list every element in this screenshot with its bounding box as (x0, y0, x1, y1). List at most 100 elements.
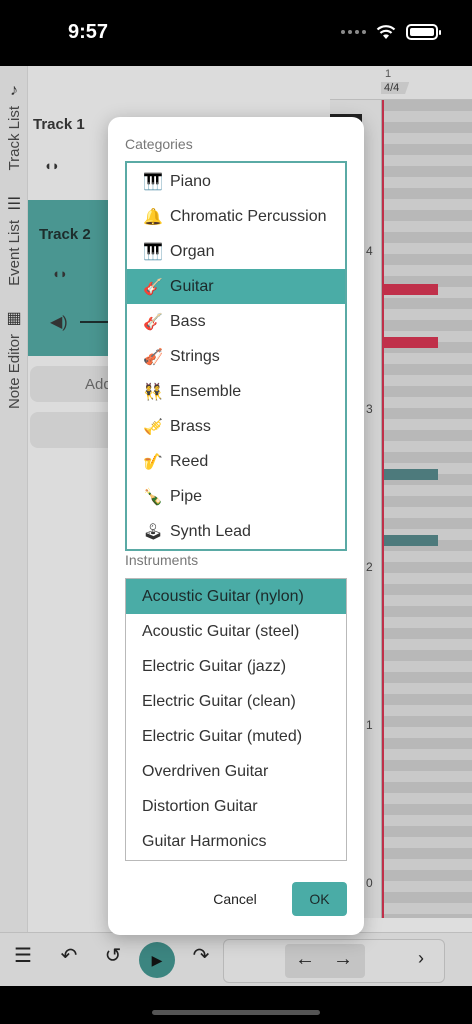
arrow-right-icon[interactable]: → (333, 948, 353, 971)
instrument-item[interactable]: Electric Guitar (jazz) (126, 649, 346, 684)
octave-label: 1 (366, 718, 373, 732)
instrument-label: Electric Guitar (clean) (142, 692, 296, 710)
instrument-item[interactable]: Guitar Harmonics (126, 824, 346, 859)
undo-icon[interactable]: ↶ (54, 943, 84, 968)
category-item-bass[interactable]: 🎸 Bass (127, 304, 345, 339)
instrument-label: Acoustic Guitar (nylon) (142, 587, 304, 605)
category-item-pipe[interactable]: 🍾 Pipe (127, 479, 345, 514)
category-label: Chromatic Percussion (170, 207, 327, 225)
category-label: Pipe (170, 487, 203, 505)
ruler[interactable]: 1 4/4 (330, 66, 472, 100)
instruments-list[interactable]: Acoustic Guitar (nylon) Acoustic Guitar (… (125, 578, 347, 861)
category-label: Bass (170, 312, 206, 330)
category-item-piano[interactable]: 🎹 Piano (127, 164, 345, 199)
category-label: Synth Lead (170, 522, 251, 540)
instrument-item[interactable]: Acoustic Guitar (steel) (126, 614, 346, 649)
instrument-label: Overdriven Guitar (142, 762, 269, 780)
octave-label: 4 (366, 244, 373, 258)
measure-number: 1 (385, 68, 392, 80)
category-icon: 🎻 (143, 348, 163, 366)
track-name: Track 2 (39, 226, 91, 243)
category-icon: 🔔 (143, 208, 163, 226)
category-item-strings[interactable]: 🎻 Strings (127, 339, 345, 374)
wifi-icon (376, 25, 396, 39)
play-button[interactable]: ▶ (139, 942, 175, 978)
chevron-right-icon[interactable]: › (418, 948, 424, 969)
tab-track-list-label: Track List (5, 106, 23, 171)
category-icon: 🕹 (143, 523, 164, 541)
category-label: Ensemble (170, 382, 242, 400)
category-icon: 🎹 (143, 243, 163, 261)
cellular-signal-icon (341, 30, 366, 34)
side-tab-bar: ♪ Track List ☰ Event List ▦ Note Editor (0, 66, 28, 936)
category-item-guitar[interactable]: 🎸 Guitar (127, 269, 345, 304)
category-label: Organ (170, 242, 215, 260)
list-icon: ☰ (6, 196, 22, 213)
arrow-button-group: ← → (285, 944, 365, 978)
instrument-label: Acoustic Guitar (steel) (142, 622, 300, 640)
volume-icon[interactable]: ◀) (50, 312, 68, 332)
tab-event-list[interactable]: ☰ Event List (0, 194, 28, 286)
ok-button[interactable]: OK (292, 882, 347, 916)
cancel-button[interactable]: Cancel (200, 882, 270, 916)
redo-icon[interactable]: ↷ (186, 943, 216, 968)
headphones-icon[interactable]: ◖◗ (44, 158, 60, 173)
categories-label: Categories (125, 136, 193, 152)
category-icon: 🎸 (143, 278, 163, 296)
arrow-left-icon[interactable]: ← (295, 948, 315, 971)
headphones-icon[interactable]: ◖◗ (52, 266, 68, 281)
octave-label: 3 (366, 402, 373, 416)
navigation-box: ← → › (223, 939, 445, 983)
instrument-item[interactable]: Acoustic Guitar (nylon) (126, 579, 346, 614)
note[interactable] (382, 469, 438, 480)
instrument-label: Guitar Harmonics (142, 832, 267, 850)
rewind-icon[interactable]: ↺ (98, 943, 128, 968)
status-icons (341, 24, 441, 40)
battery-icon (406, 24, 441, 40)
instrument-item[interactable]: Electric Guitar (clean) (126, 684, 346, 719)
category-label: Brass (170, 417, 211, 435)
note-grid[interactable] (382, 100, 472, 918)
category-label: Strings (170, 347, 220, 365)
category-label: Reed (170, 452, 209, 470)
track-name: Track 1 (33, 116, 85, 133)
category-icon: 🎷 (143, 453, 163, 471)
note[interactable] (382, 284, 438, 295)
status-time: 9:57 (68, 21, 109, 43)
tab-track-list[interactable]: ♪ Track List (0, 82, 28, 170)
bottom-toolbar: ☰ ↶ ↺ ▶ ↷ ← → › (0, 932, 472, 986)
playhead[interactable] (382, 100, 384, 918)
categories-list[interactable]: 🎹 Piano 🔔 Chromatic Percussion 🎹 Organ 🎸 Guitar… (125, 161, 347, 551)
category-item-ensemble[interactable]: 👯 Ensemble (127, 374, 345, 409)
note[interactable] (382, 337, 438, 348)
instrument-item[interactable]: Overdriven Guitar (126, 754, 346, 789)
category-label: Piano (170, 172, 211, 190)
category-icon: 🍾 (143, 488, 163, 506)
category-item-brass[interactable]: 🎺 Brass (127, 409, 345, 444)
note[interactable] (382, 535, 438, 546)
home-indicator[interactable] (152, 1010, 320, 1015)
tab-note-editor-label: Note Editor (5, 334, 23, 410)
octave-label: 0 (366, 876, 373, 890)
tab-event-list-label: Event List (5, 220, 23, 286)
instrument-item[interactable]: Electric Guitar (muted) (126, 719, 346, 754)
category-label: Guitar (170, 277, 214, 295)
category-icon: 👯 (143, 383, 163, 401)
instrument-dialog: Categories 🎹 Piano 🔔 Chromatic Percussion 🎹 O… (108, 117, 364, 935)
category-item-synth-lead[interactable]: 🕹 Synth Lead (127, 514, 345, 549)
tab-note-editor[interactable]: ▦ Note Editor (0, 308, 28, 409)
instrument-label: Electric Guitar (muted) (142, 727, 303, 745)
octave-label: 2 (366, 560, 373, 574)
category-item-organ[interactable]: 🎹 Organ (127, 234, 345, 269)
instrument-label: Distortion Guitar (142, 797, 258, 815)
instruments-label: Instruments (125, 552, 199, 568)
category-icon: 🎺 (143, 418, 163, 436)
instrument-item[interactable]: Distortion Guitar (126, 789, 346, 824)
status-bar: 9:57 (0, 0, 472, 66)
category-item-chromatic-percussion[interactable]: 🔔 Chromatic Percussion (127, 199, 345, 234)
time-signature[interactable]: 4/4 (381, 82, 410, 94)
home-area (0, 986, 472, 1024)
menu-icon[interactable]: ☰ (8, 943, 38, 968)
instrument-label: Electric Guitar (jazz) (142, 657, 287, 675)
category-item-reed[interactable]: 🎷 Reed (127, 444, 345, 479)
